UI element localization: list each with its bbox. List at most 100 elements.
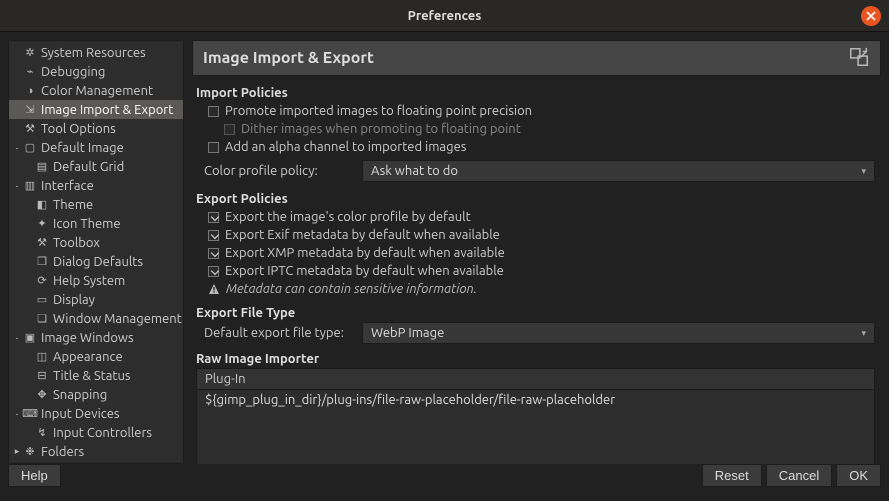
image-icon: ▢ <box>23 141 37 155</box>
raw-column-header[interactable]: Plug-In <box>197 369 874 390</box>
sidebar-item-label: Image Windows <box>41 331 134 345</box>
sidebar-item-dialog-defaults[interactable]: ❐Dialog Defaults <box>9 252 183 271</box>
sidebar-item-label: Color Management <box>41 84 153 98</box>
sidebar-item-icon-theme[interactable]: ✦Icon Theme <box>9 214 183 233</box>
export-exif-row[interactable]: Export Exif metadata by default when ava… <box>196 226 877 244</box>
sidebar-item-label: Tool Options <box>41 122 116 136</box>
imgwin-icon: ▣ <box>23 331 37 345</box>
raw-importer-table[interactable]: Plug-In ${gimp_plug_in_dir}/plug-ins/fil… <box>196 368 875 464</box>
sidebar-item-label: Image Import & Export <box>41 103 173 117</box>
sidebar-item-window-management[interactable]: ❏Window Management <box>9 309 183 328</box>
folder-icon: ❉ <box>23 445 37 459</box>
export-colorprofile-row[interactable]: Export the image's color profile by defa… <box>196 208 877 226</box>
sidebar-item-theme[interactable]: ◧ Theme <box>9 195 183 214</box>
export-xmp-row[interactable]: Export XMP metadata by default when avai… <box>196 244 877 262</box>
sidebar-item-help-system[interactable]: ⟳Help System <box>9 271 183 290</box>
icons-icon: ✦ <box>35 217 49 231</box>
appearance-icon: ◫ <box>35 350 49 364</box>
sidebar-item-label: Help System <box>53 274 125 288</box>
sidebar-item-label: Input Controllers <box>53 426 152 440</box>
raw-importer-heading: Raw Image Importer <box>196 352 877 366</box>
tree-expander-icon[interactable]: ▸ <box>11 446 23 457</box>
sidebar-item-debugging[interactable]: ⌁Debugging <box>9 62 183 81</box>
color-policy-dropdown[interactable]: Ask what to do ▾ <box>362 160 875 182</box>
sidebar-item-appearance[interactable]: ◫ Appearance <box>9 347 183 366</box>
alpha-label: Add an alpha channel to imported images <box>225 140 466 154</box>
sidebar-item-label: Input Devices <box>41 407 120 421</box>
close-button[interactable] <box>861 6 881 26</box>
palette-icon: ◑ <box>23 84 37 98</box>
ok-button[interactable]: OK <box>836 464 881 487</box>
settings-panel: Image Import & Export Import Policies Pr… <box>192 40 881 464</box>
default-filetype-label: Default export file type: <box>204 326 352 340</box>
sidebar-item-image-import-export[interactable]: ⇲Image Import & Export <box>9 100 183 119</box>
alpha-checkbox[interactable] <box>208 142 219 153</box>
sidebar-item-image-windows[interactable]: -▣ Image Windows <box>9 328 183 347</box>
raw-plugin-path[interactable]: ${gimp_plug_in_dir}/plug-ins/file-raw-pl… <box>197 390 874 410</box>
export-iptc-checkbox[interactable] <box>208 266 219 277</box>
cancel-button[interactable]: Cancel <box>766 464 832 487</box>
chip-icon: ✲ <box>23 46 37 60</box>
sidebar-item-label: Debugging <box>41 65 105 79</box>
titlebar: Preferences <box>0 0 889 32</box>
export-iptc-row[interactable]: Export IPTC metadata by default when ava… <box>196 262 877 280</box>
default-filetype-dropdown[interactable]: WebP Image ▾ <box>362 322 875 344</box>
sidebar-item-system-resources[interactable]: ✲ System Resources <box>9 43 183 62</box>
metadata-warning-text: Metadata can contain sensitive informati… <box>226 282 477 296</box>
tree-expander-icon[interactable]: - <box>11 143 23 153</box>
sidebar-item-label: Appearance <box>53 350 123 364</box>
sidebar-item-input-devices[interactable]: -⌨Input Devices <box>9 404 183 423</box>
help-button[interactable]: Help <box>8 464 61 487</box>
sidebar-item-color-management[interactable]: ◑ Color Management <box>9 81 183 100</box>
title-icon: ⊟ <box>35 369 49 383</box>
sidebar-item-label: Window Management <box>53 312 182 326</box>
sidebar-item-input-controllers[interactable]: ↯Input Controllers <box>9 423 183 442</box>
promote-checkbox-row[interactable]: Promote imported images to floating poin… <box>196 102 877 120</box>
sidebar-item-snapping[interactable]: ✥Snapping <box>9 385 183 404</box>
sidebar-item-interface[interactable]: -▥ Interface <box>9 176 183 195</box>
sidebar-item-tool-options[interactable]: ⚒ Tool Options <box>9 119 183 138</box>
dither-checkbox <box>224 124 235 135</box>
export-iptc-label: Export IPTC metadata by default when ava… <box>225 264 504 278</box>
interface-icon: ▥ <box>23 179 37 193</box>
wrench-icon: ⚒ <box>23 122 37 136</box>
sidebar-item-display[interactable]: ▭Display <box>9 290 183 309</box>
theme-icon: ◧ <box>35 198 49 212</box>
sidebar-item-label: Folders <box>41 445 84 459</box>
promote-checkbox[interactable] <box>208 106 219 117</box>
sidebar-item-default-grid[interactable]: ▤ Default Grid <box>9 157 183 176</box>
sidebar-item-toolbox[interactable]: ⚒ Toolbox <box>9 233 183 252</box>
sidebar-item-label: Default Grid <box>53 160 124 174</box>
display-icon: ▭ <box>35 293 49 307</box>
sidebar-item-label: Interface <box>41 179 94 193</box>
export-policies-heading: Export Policies <box>196 192 877 206</box>
promote-label: Promote imported images to floating poin… <box>225 104 532 118</box>
sidebar-item-label: Toolbox <box>53 236 100 250</box>
sidebar-item-folders[interactable]: ▸❉ Folders <box>9 442 183 461</box>
warning-icon <box>208 283 220 295</box>
export-exif-checkbox[interactable] <box>208 230 219 241</box>
sidebar-item-title-status[interactable]: ⊟ Title & Status <box>9 366 183 385</box>
reset-button[interactable]: Reset <box>702 464 762 487</box>
grid-icon: ▤ <box>35 160 49 174</box>
metadata-warning-row: Metadata can contain sensitive informati… <box>196 280 877 298</box>
tree-expander-icon[interactable]: - <box>11 333 23 343</box>
import-export-icon <box>848 46 870 71</box>
export-filetype-heading: Export File Type <box>196 306 877 320</box>
export-xmp-checkbox[interactable] <box>208 248 219 259</box>
toolbox-icon: ⚒ <box>35 236 49 250</box>
sidebar-item-label: System Resources <box>41 46 146 60</box>
sidebar-item-label: Title & Status <box>53 369 131 383</box>
sidebar-item-default-image[interactable]: -▢Default Image <box>9 138 183 157</box>
alpha-checkbox-row[interactable]: Add an alpha channel to imported images <box>196 138 877 156</box>
export-colorprofile-checkbox[interactable] <box>208 212 219 223</box>
dither-label: Dither images when promoting to floating… <box>241 122 521 136</box>
input-icon: ⌨ <box>23 407 37 421</box>
tree-expander-icon[interactable]: - <box>11 181 23 191</box>
sidebar-item-label: Theme <box>53 198 93 212</box>
sidebar-item-label: Snapping <box>53 388 107 402</box>
dialog-icon: ❐ <box>35 255 49 269</box>
color-policy-label: Color profile policy: <box>204 164 352 178</box>
category-tree[interactable]: ✲ System Resources ⌁Debugging ◑ Color Manage… <box>8 40 184 464</box>
close-icon <box>866 11 876 21</box>
